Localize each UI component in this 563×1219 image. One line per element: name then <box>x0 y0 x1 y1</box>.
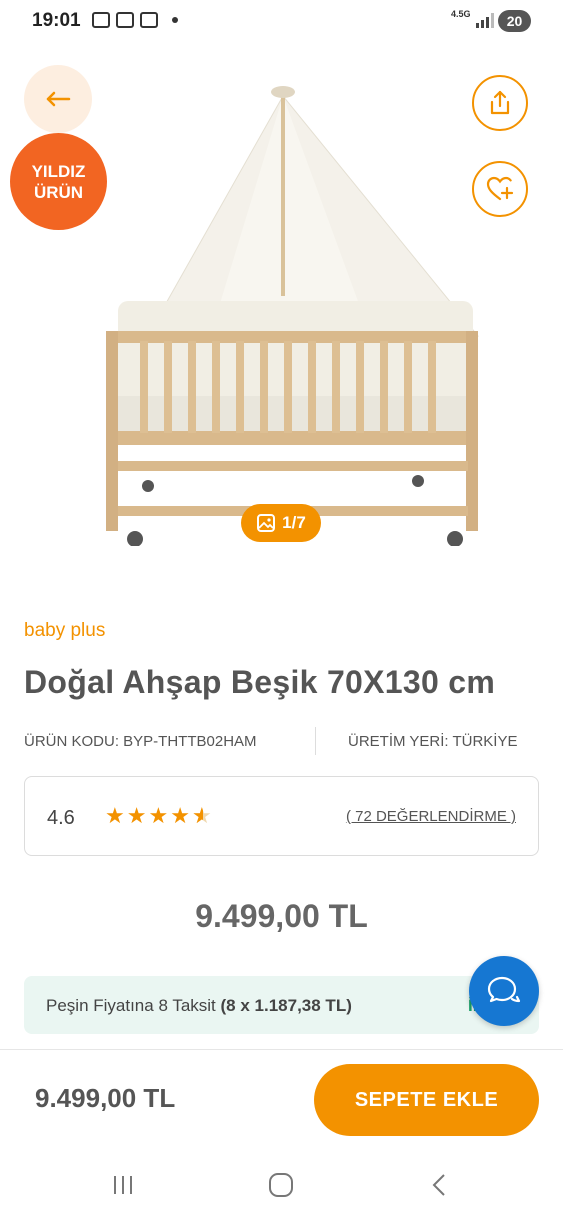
installment-label: Peşin Fiyatına 8 Taksit <box>46 996 216 1015</box>
rating-box[interactable]: 4.6 ★ ★ ★ ★ ★ ★ ( 72 DEĞERLENDİRME ) <box>24 776 539 856</box>
product-title: Doğal Ahşap Beşik 70X130 cm <box>24 664 496 700</box>
status-icons <box>92 12 178 28</box>
pdf-icon <box>92 12 110 28</box>
star-icon: ★ <box>105 803 125 828</box>
recent-apps-icon <box>114 1176 132 1194</box>
product-origin: ÜRETİM YERİ: TÜRKİYE <box>348 733 518 750</box>
home-button[interactable] <box>266 1170 296 1200</box>
screenshot-icon <box>116 12 134 28</box>
chat-bubbles-icon <box>487 976 521 1003</box>
rating-value: 4.6 <box>47 807 75 829</box>
system-nav-bar <box>0 1150 563 1219</box>
share-button[interactable] <box>472 75 528 131</box>
star-icon: ★ <box>170 803 190 828</box>
network-type: 4.5G <box>451 9 471 19</box>
featured-product-badge: YILDIZ ÜRÜN <box>10 133 107 230</box>
rating-stars: ★ ★ ★ ★ ★ ★ <box>105 803 212 829</box>
installment-banner[interactable]: Peşin Fiyatına 8 Taksit (8 x 1.187,38 TL… <box>24 976 539 1034</box>
installment-amount: (8 x 1.187,38 TL) <box>220 996 352 1015</box>
chevron-left-icon <box>432 1174 445 1196</box>
meta-divider <box>315 727 316 755</box>
box-icon <box>140 12 158 28</box>
home-icon <box>269 1173 293 1197</box>
add-to-favorites-button[interactable] <box>472 161 528 217</box>
status-time: 19:01 <box>32 10 81 31</box>
back-nav-button[interactable] <box>424 1170 454 1200</box>
star-icon: ★ <box>126 803 147 828</box>
recent-apps-button[interactable] <box>108 1170 138 1200</box>
gallery-counter-text: 1/7 <box>282 513 306 532</box>
product-image[interactable] <box>78 76 488 551</box>
heart-plus-icon <box>486 176 514 201</box>
star-icon: ★ <box>148 803 169 828</box>
signal-icon <box>476 12 494 28</box>
back-button[interactable] <box>24 65 92 133</box>
reviews-link[interactable]: ( 72 DEĞERLENDİRME ) <box>346 808 516 825</box>
arrow-left-icon <box>46 91 71 107</box>
installment-text: Peşin Fiyatına 8 Taksit (8 x 1.187,38 TL… <box>46 996 352 1016</box>
bottom-purchase-bar: 9.499,00 TL SEPETE EKLE <box>0 1049 563 1144</box>
add-to-cart-button[interactable]: SEPETE EKLE <box>314 1064 539 1136</box>
bottom-price: 9.499,00 TL <box>35 1083 176 1113</box>
half-star-icon: ★ ★ <box>191 803 212 828</box>
notification-dot-icon <box>172 17 178 23</box>
brand-link[interactable]: baby plus <box>24 620 105 642</box>
battery-indicator: 20 <box>498 10 531 32</box>
badge-line1: YILDIZ <box>31 161 86 181</box>
share-icon <box>490 90 510 115</box>
badge-line2: ÜRÜN <box>33 182 84 202</box>
image-icon <box>257 514 276 532</box>
gallery-counter[interactable]: 1/7 <box>241 504 321 542</box>
product-price: 9.499,00 TL <box>195 898 368 934</box>
status-bar: 19:01 4.5G 20 <box>0 0 563 44</box>
product-code: ÜRÜN KODU: BYP-THTTB02HAM <box>24 733 257 750</box>
chat-button[interactable] <box>469 956 539 1026</box>
